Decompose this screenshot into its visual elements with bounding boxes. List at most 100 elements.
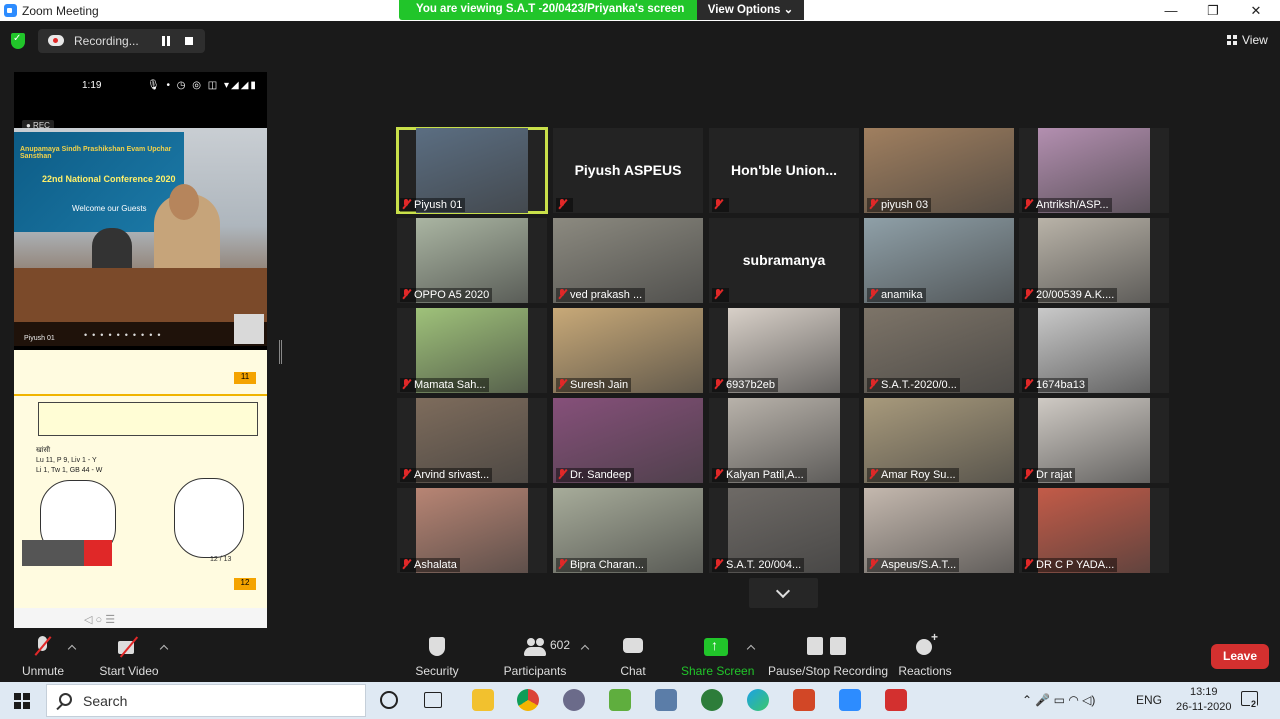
share-screen-button[interactable]: Share Screen xyxy=(681,628,754,682)
muted-mic-icon xyxy=(869,469,878,479)
participant-tile[interactable]: Arvind srivast... xyxy=(397,398,547,483)
stop-share-icon[interactable] xyxy=(84,540,112,566)
participant-tile[interactable]: Dr rajat xyxy=(1019,398,1169,483)
participant-tile[interactable]: S.A.T.-2020/0... xyxy=(864,308,1014,393)
participant-tile[interactable]: 20/00539 A.K.... xyxy=(1019,218,1169,303)
participant-tile[interactable]: Antriksh/ASP... xyxy=(1019,128,1169,213)
participant-tile[interactable]: Hon'ble Union... xyxy=(709,128,859,213)
windows-start-icon[interactable] xyxy=(14,693,30,709)
security-shield-icon xyxy=(424,636,450,660)
zoom-taskbar-icon[interactable] xyxy=(839,689,861,711)
task-view-icon[interactable] xyxy=(424,692,442,708)
muted-mic-icon xyxy=(30,636,56,660)
participant-tile[interactable]: Bipra Charan... xyxy=(553,488,703,573)
muted-mic-icon xyxy=(402,559,411,569)
acrobat-icon[interactable] xyxy=(885,689,907,711)
participant-name: Aspeus/S.A.T... xyxy=(881,559,957,571)
file-explorer-icon[interactable] xyxy=(472,689,494,711)
participant-name-label: Aspeus/S.A.T... xyxy=(867,558,960,572)
participant-tile[interactable]: ved prakash ... xyxy=(553,218,703,303)
maximize-button[interactable]: ❐ xyxy=(1193,1,1233,20)
participants-options-chevron-icon[interactable] xyxy=(580,644,590,654)
participant-name: DR C P YADA... xyxy=(1036,559,1115,571)
participant-tile[interactable]: Piyush 01 xyxy=(396,127,548,214)
participant-name-label: Amar Roy Su... xyxy=(867,468,959,482)
participant-name-label: 1674ba13 xyxy=(1022,378,1088,392)
chrome-icon[interactable] xyxy=(517,689,539,711)
doc-page-number-2: 12 xyxy=(234,578,256,590)
media-app-icon[interactable] xyxy=(563,689,585,711)
participant-tile[interactable]: piyush 03 xyxy=(864,128,1014,213)
conference-banner-title: 22nd National Conference 2020 xyxy=(42,174,176,184)
participant-center-name: Hon'ble Union... xyxy=(731,162,837,178)
participant-tile[interactable]: Dr. Sandeep xyxy=(553,398,703,483)
muted-mic-icon xyxy=(1024,469,1033,479)
pause-stop-recording-icon xyxy=(807,636,846,660)
participant-tile[interactable]: Kalyan Patil,A... xyxy=(709,398,859,483)
participant-tile[interactable]: subramanya xyxy=(709,218,859,303)
view-button[interactable]: View xyxy=(1227,33,1268,47)
stop-recording-icon[interactable] xyxy=(185,37,193,45)
globe-app-icon[interactable] xyxy=(701,689,723,711)
taskbar-clock[interactable]: 13:19 26-11-2020 xyxy=(1176,685,1231,715)
participant-tile[interactable]: 6937b2eb xyxy=(709,308,859,393)
participant-tile[interactable]: OPPO A5 2020 xyxy=(397,218,547,303)
cortana-icon[interactable] xyxy=(380,691,398,709)
participant-name-label xyxy=(712,198,729,212)
participants-button[interactable]: Participants xyxy=(503,628,567,682)
edge-icon[interactable] xyxy=(747,689,769,711)
pause-stop-recording-button[interactable]: Pause/Stop Recording xyxy=(768,628,888,682)
photos-icon[interactable] xyxy=(655,689,677,711)
view-options-button[interactable]: View Options ⌄ xyxy=(697,0,804,20)
participant-name: Suresh Jain xyxy=(570,379,629,391)
encryption-shield-icon[interactable] xyxy=(11,33,25,49)
annotation-toolbar[interactable] xyxy=(22,540,112,566)
cloud-recording-icon xyxy=(48,35,64,46)
participant-name-label: Dr rajat xyxy=(1022,468,1076,482)
muted-mic-icon xyxy=(869,559,878,569)
split-view-handle[interactable] xyxy=(279,340,282,364)
participant-tile[interactable]: Suresh Jain xyxy=(553,308,703,393)
unmute-button[interactable]: Unmute xyxy=(14,628,72,682)
participant-tile[interactable]: anamika xyxy=(864,218,1014,303)
participant-name-label: S.A.T.-2020/0... xyxy=(867,378,960,392)
start-video-label: Start Video xyxy=(99,664,159,678)
search-icon xyxy=(59,693,72,706)
taskbar-search[interactable]: Search xyxy=(46,684,366,717)
windows-taskbar: Search ⌃ 🎤 ▭ ◠ ◁) ENG 13:19 26-11-2020 2 xyxy=(0,682,1280,719)
chat-button[interactable]: Chat xyxy=(612,628,654,682)
powerpoint-icon[interactable] xyxy=(793,689,815,711)
participant-tile[interactable]: DR C P YADA... xyxy=(1019,488,1169,573)
participant-name-label: OPPO A5 2020 xyxy=(400,288,493,302)
participant-tile[interactable]: 1674ba13 xyxy=(1019,308,1169,393)
security-button[interactable]: Security xyxy=(410,628,464,682)
doc-page-counter: 12 / 13 xyxy=(210,556,232,563)
close-window-button[interactable]: ✕ xyxy=(1236,1,1276,20)
view-button-label: View xyxy=(1242,33,1268,47)
meeting-toolbar: Unmute Start Video Security Participants… xyxy=(0,628,1280,682)
participant-name: 20/00539 A.K.... xyxy=(1036,289,1115,301)
participant-tile[interactable]: Mamata Sah... xyxy=(397,308,547,393)
leave-button[interactable]: Leave xyxy=(1211,644,1269,669)
clock-time: 13:19 xyxy=(1189,686,1218,698)
participant-tile[interactable]: Piyush ASPEUS xyxy=(553,128,703,213)
viewing-banner-text: You are viewing S.A.T -20/0423/Priyanka'… xyxy=(416,3,685,15)
muted-mic-icon xyxy=(869,199,878,209)
participant-tile[interactable]: Amar Roy Su... xyxy=(864,398,1014,483)
start-video-button[interactable]: Start Video xyxy=(97,628,161,682)
participant-tile[interactable]: Aspeus/S.A.T... xyxy=(864,488,1014,573)
reactions-button[interactable]: Reactions xyxy=(898,628,952,682)
system-tray-icons[interactable]: ⌃ 🎤 ▭ ◠ ◁) xyxy=(1022,693,1095,707)
pause-recording-icon[interactable] xyxy=(162,36,170,46)
green-app-icon[interactable] xyxy=(609,689,631,711)
muted-mic-icon xyxy=(402,199,411,209)
muted-mic-icon xyxy=(714,559,723,569)
doc-highlight-box xyxy=(38,402,258,436)
participant-tile[interactable]: Ashalata xyxy=(397,488,547,573)
video-options-chevron-icon[interactable] xyxy=(159,644,169,654)
participant-tile[interactable]: S.A.T. 20/004... xyxy=(709,488,859,573)
muted-mic-icon xyxy=(714,289,723,299)
next-page-button[interactable] xyxy=(749,578,818,608)
minimize-button[interactable]: — xyxy=(1151,1,1191,20)
language-indicator[interactable]: ENG xyxy=(1136,693,1162,707)
